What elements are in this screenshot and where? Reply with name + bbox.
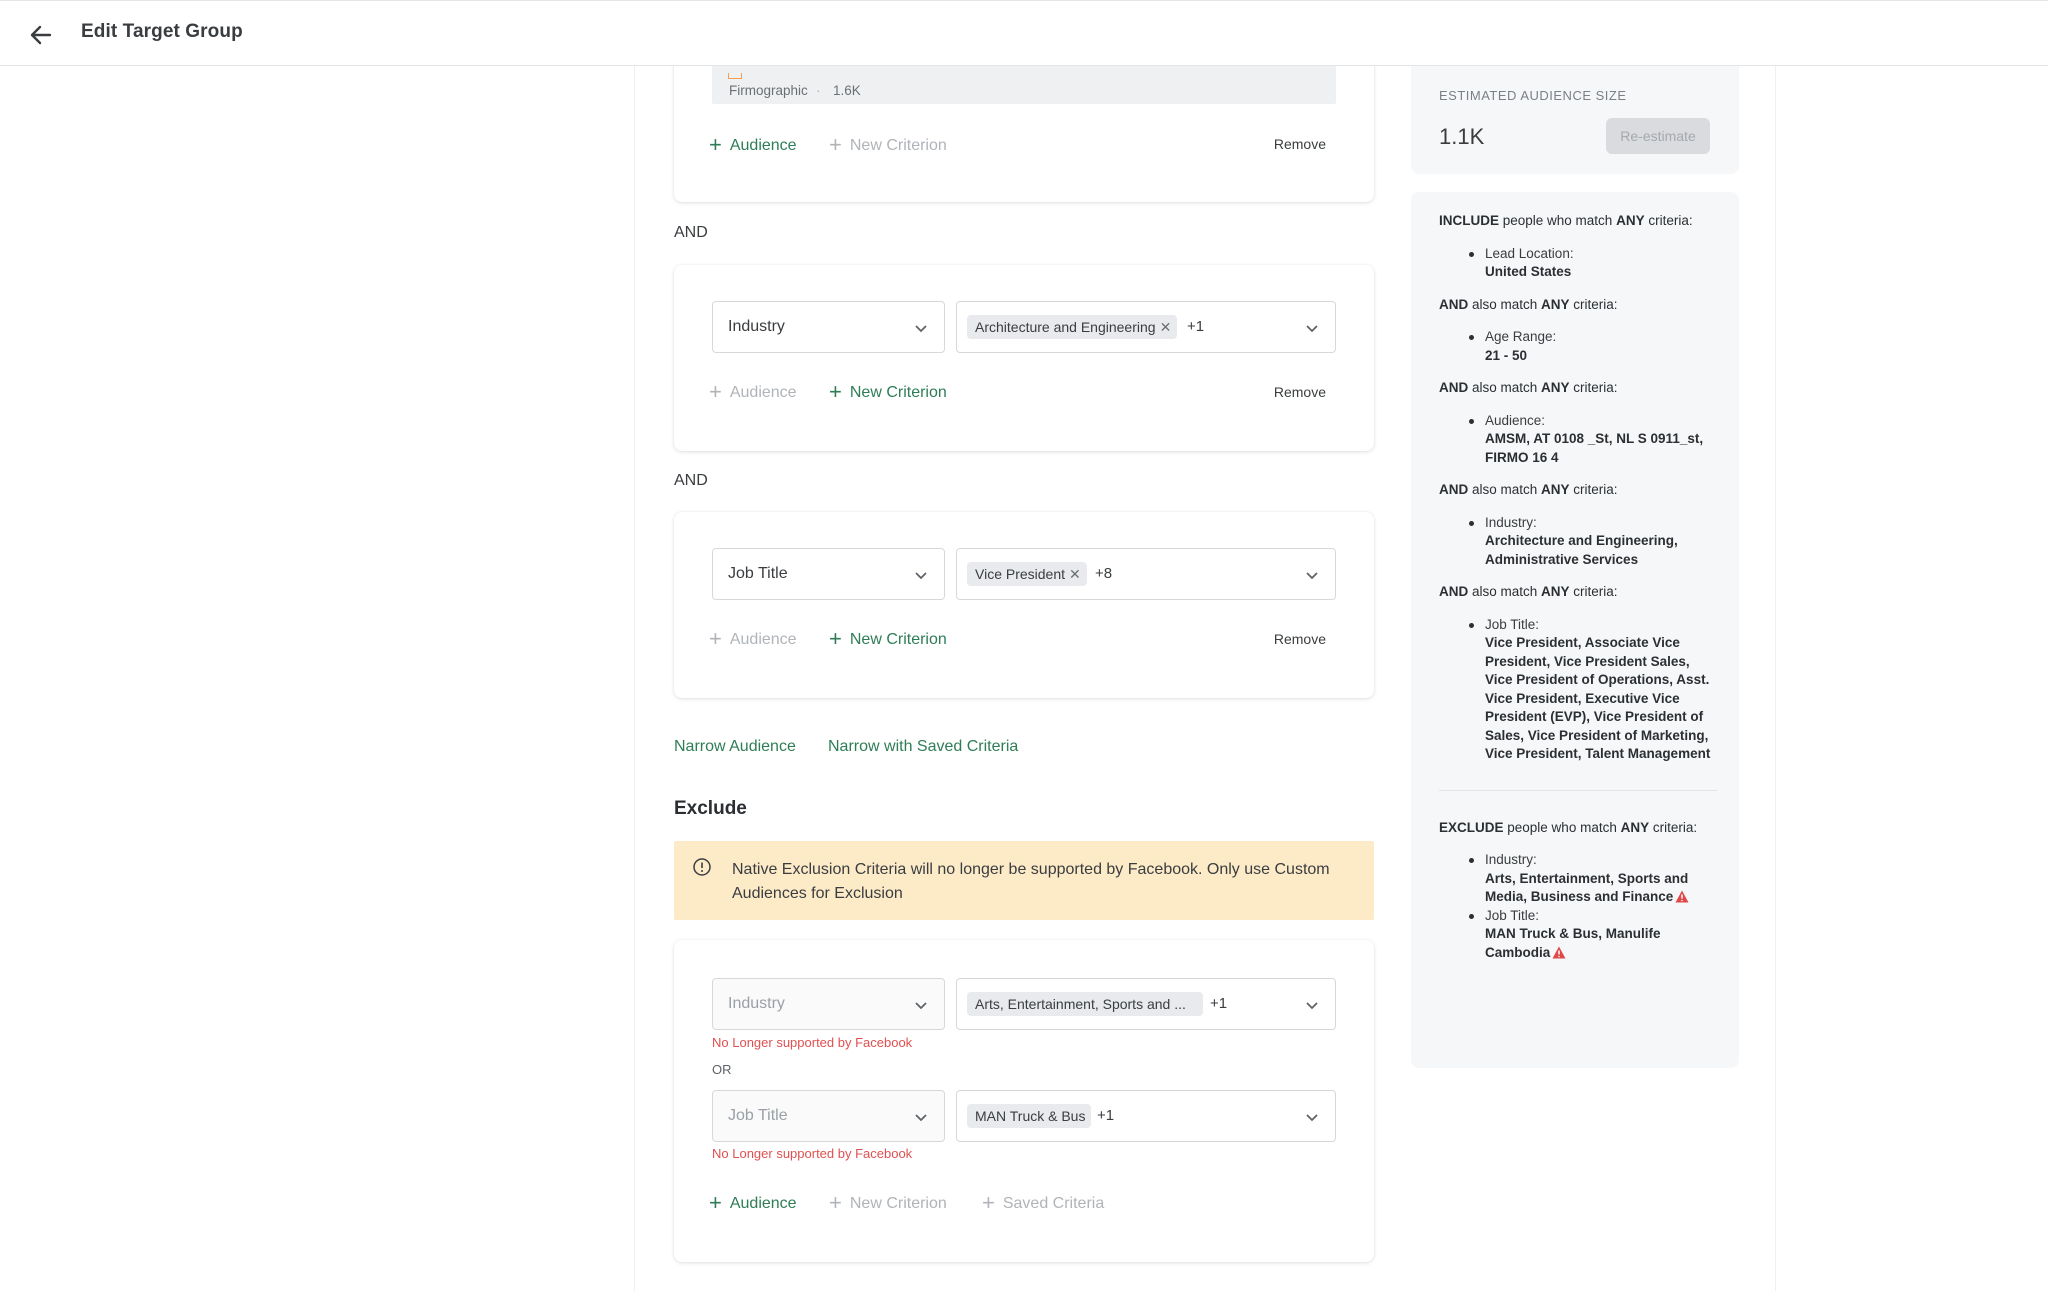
value-select-industry[interactable]: Arts, Entertainment, Sports and ... +1 [956,978,1336,1030]
new-criterion-button[interactable]: + New Criterion [829,628,947,650]
chevron-down-icon [915,572,927,580]
or-operator: OR [712,1062,732,1077]
chevron-down-icon [915,1002,927,1010]
plus-icon: + [982,1190,995,1215]
summary-list: Audience: AMSM, AT 0108 _St, NL S 0911_st… [1439,412,1717,468]
add-audience-button[interactable]: + Audience [709,628,797,650]
info-icon [693,858,711,876]
chevron-down-icon [1306,1114,1318,1122]
value-select-job-title[interactable]: MAN Truck & Bus +1 [956,1090,1336,1142]
exclusion-warning-banner: Native Exclusion Criteria will no longer… [674,841,1374,920]
plus-icon: + [709,626,722,651]
and-rule: AND also match ANY criteria: [1439,482,1618,497]
exclude-rule: EXCLUDE people who match ANY criteria: [1439,819,1698,835]
more-count: +1 [1187,318,1205,335]
plus-icon: + [829,1190,842,1215]
add-audience-button[interactable]: + Audience [709,1192,797,1214]
field-select-job-title[interactable]: Job Title [712,1090,945,1142]
include-rule: INCLUDE people who match ANY criteria: [1439,213,1693,228]
warning-text: Native Exclusion Criteria will no longer… [732,861,1330,902]
firmographic-tile[interactable]: Firmographic · 1.6K [712,66,1336,104]
value-chip: Arts, Entertainment, Sports and ... [967,992,1203,1016]
warning-icon [1552,946,1566,958]
column-divider [634,66,635,1291]
chevron-down-icon [1306,325,1318,333]
list-item: Audience: AMSM, AT 0108 _St, NL S 0911_st… [1469,412,1717,468]
estimate-panel: ESTIMATED AUDIENCE SIZE 1.1K Re-estimate [1411,52,1739,174]
estimate-value: 1.1K [1439,124,1485,149]
new-criterion-button[interactable]: + New Criterion [829,381,947,403]
re-estimate-button[interactable]: Re-estimate [1606,118,1710,154]
top-bar: Edit Target Group [0,0,2048,66]
tile-count: 1.6K [833,83,861,98]
summary-list: Age Range: 21 - 50 [1439,328,1717,365]
narrow-audience-link[interactable]: Narrow Audience [674,738,796,756]
plus-icon: + [709,379,722,404]
value-chip: MAN Truck & Bus [967,1104,1092,1128]
tile-label: Firmographic [729,83,808,98]
chevron-down-icon [915,325,927,333]
chevron-down-icon [915,1114,927,1122]
chevron-down-icon [1306,1002,1318,1010]
saved-criteria-button[interactable]: + Saved Criteria [982,1192,1104,1214]
add-audience-button[interactable]: + Audience [709,381,797,403]
summary-list: Lead Location: United States [1439,245,1717,282]
value-chip: Architecture and Engineering ✕ [967,315,1178,339]
unsupported-error: No Longer supported by Facebook [712,1146,913,1161]
field-select-industry[interactable]: Industry [712,301,945,353]
remove-button[interactable]: Remove [1274,631,1326,647]
and-operator: AND [674,472,708,489]
narrow-saved-criteria-link[interactable]: Narrow with Saved Criteria [828,738,1018,756]
separator-dot: · [816,83,821,98]
criteria-card-job-title: Job Title Vice President ✕ +8 + Audience +… [674,512,1374,698]
exclude-heading: Exclude [674,798,747,819]
add-audience-button[interactable]: + Audience [709,134,797,156]
estimate-label: ESTIMATED AUDIENCE SIZE [1439,88,1627,103]
and-operator: AND [674,224,708,241]
value-select-job-title[interactable]: Vice President ✕ +8 [956,548,1336,600]
new-criterion-button[interactable]: + New Criterion [829,134,947,156]
more-count: +8 [1095,565,1113,582]
divider [1439,789,1717,791]
value-select-industry[interactable]: Architecture and Engineering ✕ +1 [956,301,1336,353]
plus-icon: + [829,132,842,157]
more-count: +1 [1210,995,1228,1012]
more-count: +1 [1097,1107,1115,1124]
remove-button[interactable]: Remove [1274,136,1326,152]
summary-panel: INCLUDE people who match ANY criteria: L… [1411,192,1739,1068]
list-item: Lead Location: United States [1469,245,1717,282]
value-chip: Vice President ✕ [967,562,1087,586]
field-select-job-title[interactable]: Job Title [712,548,945,600]
plus-icon: + [709,1190,722,1215]
column-divider [1775,66,1776,1291]
and-rule: AND also match ANY criteria: [1439,584,1618,599]
warning-icon [1675,890,1689,903]
firmographic-icon [728,73,742,79]
close-icon[interactable]: ✕ [1160,315,1172,339]
list-item: Industry: Arts, Entertainment, Sports and… [1469,851,1717,907]
back-arrow-icon[interactable] [26,20,56,50]
plus-icon: + [829,626,842,651]
and-rule: AND also match ANY criteria: [1439,296,1618,312]
field-select-industry[interactable]: Industry [712,978,945,1030]
summary-list: Job Title: Vice President, Associate Vice… [1439,616,1717,764]
list-item: Job Title: Vice President, Associate Vice… [1469,616,1717,764]
list-item: Job Title: MAN Truck & Bus, Manulife Camb… [1469,907,1717,963]
exclude-criteria-card: Industry Arts, Entertainment, Sports and… [674,940,1374,1262]
plus-icon: + [829,379,842,404]
plus-icon: + [709,132,722,157]
summary-list: Industry: Architecture and Engineering, A… [1439,514,1717,570]
remove-button[interactable]: Remove [1274,384,1326,400]
page-title: Edit Target Group [81,21,243,42]
new-criterion-button[interactable]: + New Criterion [829,1192,947,1214]
unsupported-error: No Longer supported by Facebook [712,1035,913,1050]
list-item: Industry: Architecture and Engineering, A… [1469,514,1717,570]
chevron-down-icon [1306,572,1318,580]
criteria-card-industry: Industry Architecture and Engineering ✕ +… [674,265,1374,451]
criteria-summary: INCLUDE people who match ANY criteria: L… [1439,212,1717,976]
and-rule: AND also match ANY criteria: [1439,380,1618,395]
list-item: Age Range: 21 - 50 [1469,328,1717,365]
close-icon[interactable]: ✕ [1069,562,1081,586]
summary-list: Industry: Arts, Entertainment, Sports and… [1439,851,1717,962]
